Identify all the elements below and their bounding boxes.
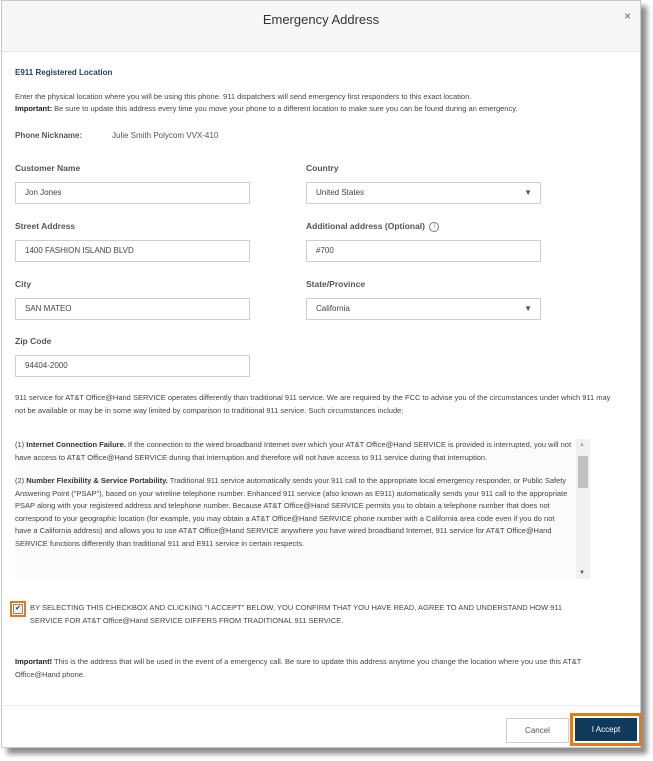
zip-code-input[interactable]: 94404-2000: [15, 355, 250, 377]
customer-name-input[interactable]: Jon Jones: [15, 182, 250, 204]
terms-text: (1) Internet Connection Failure. If the …: [15, 439, 572, 561]
customer-name-label: Customer Name: [15, 163, 81, 173]
zip-code-label: Zip Code: [15, 336, 52, 346]
scroll-up-arrow-icon[interactable]: ▲: [579, 442, 585, 448]
accept-button-highlight: I Accept: [570, 713, 642, 746]
agreement-checkbox-highlight: ✔: [10, 601, 26, 617]
street-address-input[interactable]: 1400 FASHION ISLAND BLVD: [15, 240, 250, 262]
country-label: Country: [306, 163, 339, 173]
intro-line-1: Enter the physical location where you wi…: [15, 92, 472, 101]
terms-scroll-box[interactable]: (1) Internet Connection Failure. If the …: [15, 439, 590, 579]
phone-nickname-value: Julie Smith Polycom VVX-410: [112, 131, 219, 140]
dialog-header: Emergency Address ×: [2, 1, 640, 52]
terms-item-heading: Number Flexibility & Service Portability…: [26, 476, 168, 485]
intro-text: Enter the physical location where you wi…: [15, 91, 625, 115]
terms-item-number: (1): [15, 440, 27, 449]
agreement-text: BY SELECTING THIS CHECKBOX AND CLICKING …: [30, 603, 563, 625]
accept-button[interactable]: I Accept: [575, 718, 637, 741]
important-note-text: This is the address that will be used in…: [15, 657, 582, 679]
state-province-value: California: [316, 304, 350, 313]
close-icon[interactable]: ×: [624, 9, 631, 23]
terms-item: (2) Number Flexibility & Service Portabi…: [15, 475, 572, 550]
chevron-down-icon: ▼: [524, 188, 532, 197]
additional-address-input[interactable]: #700: [306, 240, 541, 262]
terms-scrollbar[interactable]: ▲ ▼: [576, 439, 590, 579]
intro-line-2: Be sure to update this address every tim…: [52, 104, 518, 113]
cancel-button[interactable]: Cancel: [506, 718, 569, 743]
city-input[interactable]: SAN MATEO: [15, 298, 250, 320]
important-note-label: Important!: [15, 657, 53, 666]
terms-item-heading: Internet Connection Failure.: [26, 440, 126, 449]
country-select[interactable]: United States ▼: [306, 182, 541, 204]
important-note: Important! This is the address that will…: [15, 656, 615, 681]
additional-address-label: Additional address (Optional) i: [306, 221, 440, 232]
agreement-checkbox[interactable]: ✔: [13, 604, 23, 614]
phone-nickname-label: Phone Nickname:: [15, 131, 83, 140]
state-province-label: State/Province: [306, 279, 366, 289]
state-province-select[interactable]: California ▼: [306, 298, 541, 320]
section-title: E911 Registered Location: [15, 68, 113, 77]
intro-important-label: Important:: [15, 104, 53, 113]
city-label: City: [15, 279, 32, 289]
scroll-thumb[interactable]: [578, 456, 588, 488]
emergency-address-dialog: Emergency Address × E911 Registered Loca…: [1, 0, 642, 748]
street-address-label: Street Address: [15, 221, 76, 231]
terms-item-body: Traditional 911 service automatically se…: [15, 476, 568, 548]
disclaimer-text: 911 service for AT&T Office@Hand SERVICE…: [15, 393, 611, 415]
terms-item: (1) Internet Connection Failure. If the …: [15, 439, 572, 464]
terms-item-number: (2): [15, 476, 27, 485]
dialog-title: Emergency Address: [262, 12, 380, 27]
scroll-down-arrow-icon[interactable]: ▼: [579, 570, 585, 576]
chevron-down-icon: ▼: [524, 304, 532, 313]
additional-address-label-text: Additional address (Optional): [306, 221, 426, 231]
info-icon[interactable]: i: [429, 221, 440, 232]
country-value: United States: [316, 188, 365, 197]
